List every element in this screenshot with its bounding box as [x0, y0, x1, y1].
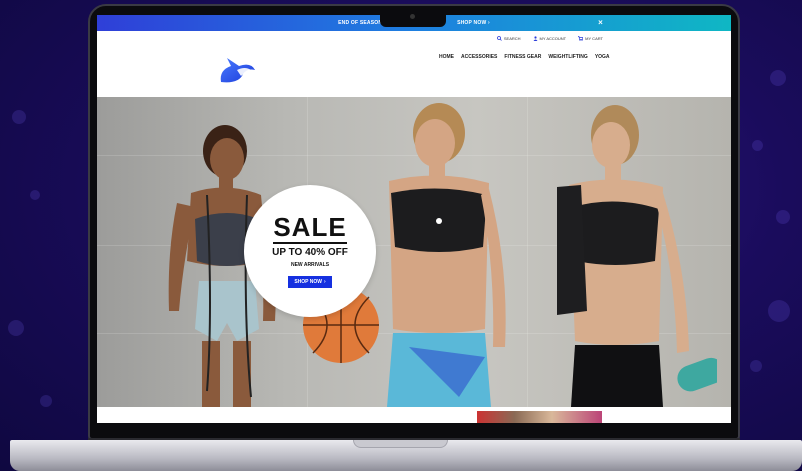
chevron-right-icon: › [487, 20, 490, 26]
user-icon [533, 35, 538, 41]
cart-label: MY CART [585, 35, 603, 41]
logo-icon[interactable] [217, 52, 259, 88]
background-dot [750, 360, 762, 372]
search-link[interactable]: SEARCH [496, 33, 521, 43]
shop-now-label: SHOP NOW [294, 279, 323, 285]
camera-icon [410, 14, 415, 19]
camera-notch [380, 8, 446, 27]
nav-item-accessories[interactable]: ACCESSORIES [461, 54, 497, 60]
nav-item-fitness-gear[interactable]: FITNESS GEAR [504, 54, 541, 60]
nav-item-weightlifting[interactable]: WEIGHTLIFTING [548, 54, 587, 60]
background-dot [770, 70, 786, 86]
chevron-right-icon: › [324, 279, 326, 285]
shop-now-button[interactable]: SHOP NOW › [288, 276, 332, 288]
account-link[interactable]: MY ACCOUNT [533, 33, 567, 43]
background-dot [8, 320, 24, 336]
background-dot [776, 210, 790, 224]
laptop-screen: END OF SEASON SA SHOP NOW › × SEARCH MY … [97, 15, 731, 423]
nav-item-home[interactable]: HOME [439, 54, 454, 60]
cart-icon [578, 35, 584, 41]
account-label: MY ACCOUNT [539, 35, 567, 41]
sale-subtitle: UP TO 40% OFF [272, 247, 348, 258]
sale-title: SALE [273, 212, 347, 244]
product-thumbnail[interactable] [477, 411, 602, 423]
hero-model-right [557, 105, 717, 407]
cart-link[interactable]: MY CART [578, 33, 603, 43]
utility-links: SEARCH MY ACCOUNT MY CART [496, 33, 603, 43]
search-label: SEARCH [503, 35, 521, 41]
close-icon[interactable]: × [598, 18, 603, 27]
sale-note: NEW ARRIVALS [290, 262, 330, 268]
search-icon [496, 35, 502, 41]
sale-badge: SALE UP TO 40% OFF NEW ARRIVALS SHOP NOW… [244, 185, 376, 317]
main-nav: HOME ACCESSORIES FITNESS GEAR WEIGHTLIFT… [439, 54, 610, 60]
announcement-shop-link[interactable]: SHOP NOW › [457, 20, 490, 26]
hero-model-center [387, 103, 506, 407]
nav-item-yoga[interactable]: YOGA [595, 54, 610, 60]
background-dot [12, 110, 26, 124]
laptop-base-notch [353, 440, 448, 448]
background-dot [752, 140, 763, 151]
background-dot [30, 190, 40, 200]
hero-banner[interactable]: SALE UP TO 40% OFF NEW ARRIVALS SHOP NOW… [97, 97, 731, 407]
announcement-shop-label: SHOP NOW [457, 20, 487, 26]
background-dot [40, 395, 52, 407]
background-dot [768, 300, 790, 322]
